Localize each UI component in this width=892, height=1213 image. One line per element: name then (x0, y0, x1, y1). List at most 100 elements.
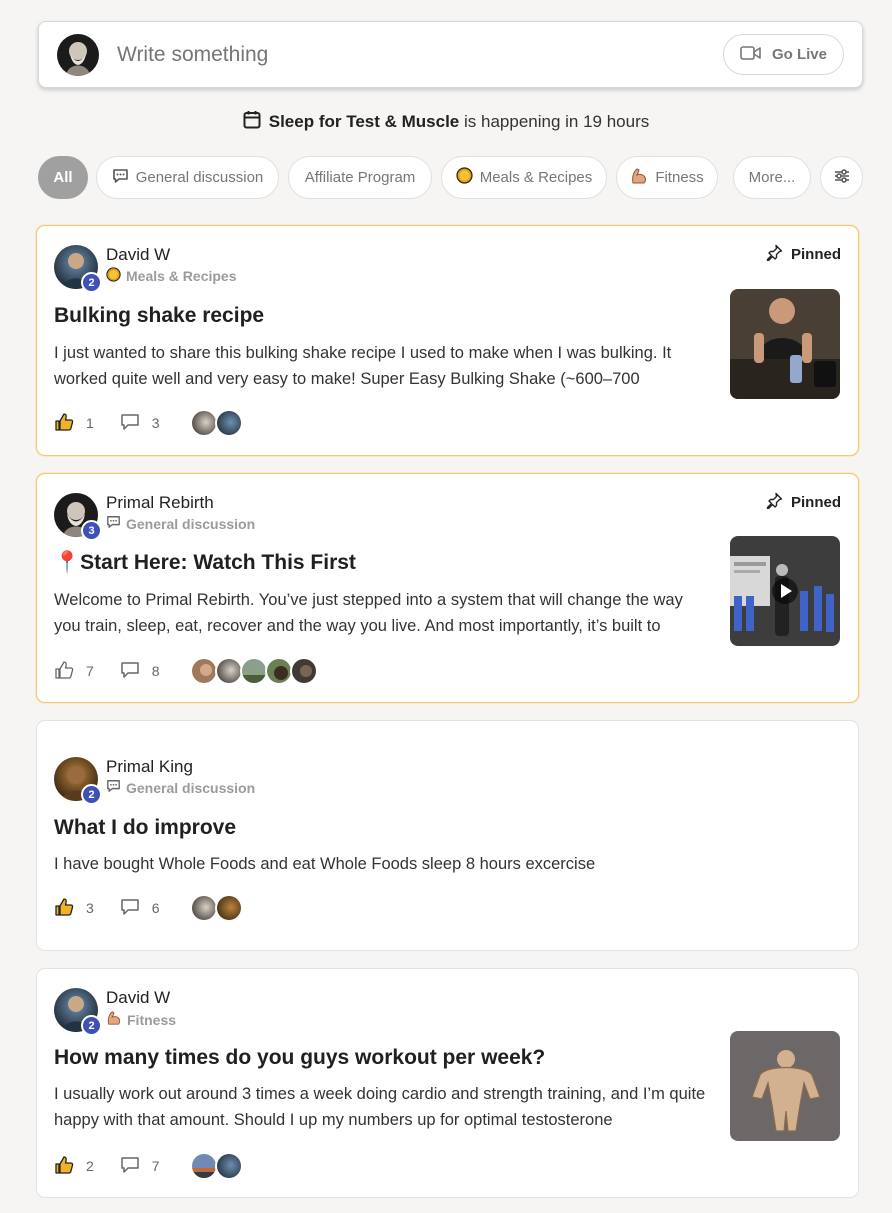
thumbs-up-icon (54, 897, 74, 920)
commenter-avatar (289, 657, 318, 685)
post-thumbnail[interactable] (730, 1031, 840, 1141)
upcoming-event-banner[interactable]: Sleep for Test & Muscle is happening in … (0, 110, 892, 134)
category-label: General discussion (126, 779, 256, 796)
filter-label: More... (748, 169, 796, 186)
pinned-label: Pinned (790, 246, 841, 263)
post-title[interactable]: Bulking shake recipe (54, 304, 264, 328)
thumbs-up-icon (54, 1155, 74, 1178)
post-card[interactable]: 3 Primal Rebirth General discussion Pinn… (36, 473, 859, 703)
commenter-avatar (264, 657, 293, 685)
commenter-avatars[interactable] (189, 894, 243, 922)
comment-icon (120, 898, 140, 919)
post-title[interactable]: What I do improve (54, 816, 236, 840)
post-title[interactable]: How many times do you guys workout per w… (54, 1046, 545, 1070)
commenter-avatars[interactable] (189, 657, 318, 685)
author-avatar[interactable]: 2 (54, 245, 102, 293)
like-count: 2 (86, 1158, 94, 1174)
like-count: 7 (86, 663, 94, 679)
category-label: General discussion (126, 515, 256, 532)
commenter-avatar (189, 409, 218, 437)
author-name[interactable]: Primal King (106, 757, 255, 777)
food-icon (106, 267, 121, 285)
commenter-avatar (189, 657, 218, 685)
commenter-avatar (214, 409, 243, 437)
comment-count: 7 (151, 1158, 160, 1174)
speech-bubble-icon (112, 168, 129, 188)
comment-icon (120, 413, 140, 434)
post-excerpt[interactable]: I have bought Whole Foods and eat Whole … (54, 851, 714, 877)
category-label: Fitness (127, 1011, 177, 1028)
post-thumbnail[interactable] (730, 289, 840, 399)
filter-chip-all[interactable]: All (38, 156, 88, 199)
food-icon (456, 167, 473, 188)
like-button[interactable]: 1 (54, 412, 94, 435)
filter-chip-affiliate-program[interactable]: Affiliate Program (288, 156, 432, 199)
post-category[interactable]: Fitness (106, 1010, 176, 1029)
post-composer[interactable]: Go Live (38, 21, 863, 88)
author-name[interactable]: Primal Rebirth (106, 493, 255, 513)
commenter-avatar (214, 1152, 243, 1180)
commenter-avatar (189, 894, 218, 922)
write-something-input[interactable] (117, 42, 723, 67)
like-button[interactable]: 7 (54, 660, 94, 683)
filter-chip-meals-recipes[interactable]: Meals & Recipes (441, 156, 607, 199)
post-card[interactable]: 2 David W Meals & Recipes Pinned Bulking… (36, 225, 859, 456)
filter-chip-fitness[interactable]: Fitness (616, 156, 718, 199)
comment-button[interactable]: 8 (120, 661, 160, 682)
go-live-label: Go Live (771, 46, 827, 63)
author-name[interactable]: David W (106, 988, 176, 1008)
go-live-button[interactable]: Go Live (722, 34, 844, 75)
comment-button[interactable]: 7 (120, 1156, 160, 1177)
category-filter-bar: All General discussion Affiliate Program… (38, 156, 864, 199)
comment-button[interactable]: 3 (120, 413, 160, 434)
level-badge: 2 (81, 272, 102, 293)
sliders-icon (833, 168, 851, 188)
post-category[interactable]: General discussion (106, 779, 255, 796)
filter-settings-button[interactable] (820, 156, 863, 199)
like-button[interactable]: 3 (54, 897, 94, 920)
pin-icon (766, 492, 783, 513)
thumbs-up-icon (54, 412, 74, 435)
post-title[interactable]: 📍Start Here: Watch This First (54, 551, 356, 575)
post-excerpt[interactable]: Welcome to Primal Rebirth. You’ve just s… (54, 587, 714, 639)
comment-button[interactable]: 6 (120, 898, 160, 919)
filter-label: Affiliate Program (304, 169, 416, 186)
post-excerpt[interactable]: I just wanted to share this bulking shak… (54, 340, 714, 392)
post-video-thumbnail[interactable] (730, 536, 840, 646)
post-card[interactable]: 2 Primal King General discussion What I … (36, 720, 859, 951)
flexed-biceps-icon (630, 167, 648, 189)
pinned-indicator: Pinned (766, 492, 841, 513)
user-avatar[interactable] (57, 33, 99, 76)
thumbs-up-icon (54, 660, 74, 683)
commenter-avatars[interactable] (189, 1152, 243, 1180)
post-category[interactable]: Meals & Recipes (106, 267, 237, 285)
filter-label: All (53, 169, 73, 186)
filter-chip-more[interactable]: More... (733, 156, 811, 199)
level-badge: 2 (81, 784, 102, 805)
level-badge: 3 (81, 520, 102, 541)
comment-count: 6 (151, 900, 160, 916)
round-pushpin-icon: 📍 (54, 551, 81, 574)
author-avatar[interactable]: 2 (54, 988, 102, 1036)
post-card[interactable]: 2 David W Fitness How many times do you … (36, 968, 859, 1198)
flexed-biceps-icon (106, 1010, 122, 1029)
post-excerpt[interactable]: I usually work out around 3 times a week… (54, 1081, 714, 1133)
author-avatar[interactable]: 2 (54, 757, 102, 805)
category-label: Meals & Recipes (126, 268, 237, 284)
video-camera-icon (740, 45, 762, 65)
event-name[interactable]: Sleep for Test & Muscle (269, 112, 460, 131)
like-count: 1 (86, 415, 94, 431)
like-button[interactable]: 2 (54, 1155, 94, 1178)
pinned-label: Pinned (790, 494, 841, 511)
comment-count: 8 (151, 663, 160, 679)
calendar-icon (243, 110, 261, 134)
author-avatar[interactable]: 3 (54, 493, 102, 541)
commenter-avatars[interactable] (189, 409, 243, 437)
filter-chip-general-discussion[interactable]: General discussion (96, 156, 279, 199)
level-badge: 2 (81, 1015, 102, 1036)
pinned-indicator: Pinned (766, 244, 841, 265)
author-name[interactable]: David W (106, 245, 237, 265)
commenter-avatar (214, 894, 243, 922)
post-category[interactable]: General discussion (106, 515, 255, 532)
filter-label: Fitness (655, 169, 704, 186)
